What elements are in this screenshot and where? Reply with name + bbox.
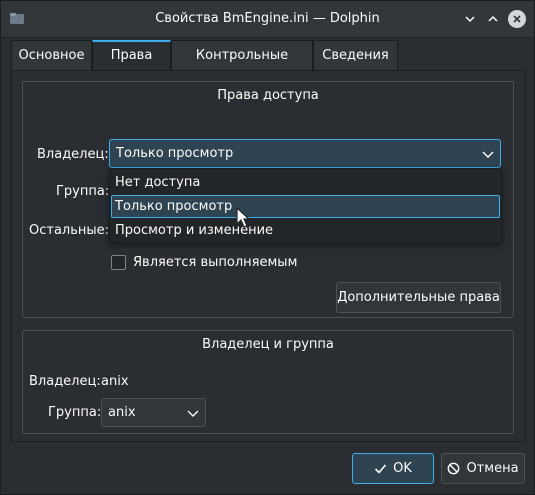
- option-no-access[interactable]: Нет доступа: [111, 171, 500, 194]
- option-read-write[interactable]: Просмотр и изменение: [111, 219, 500, 242]
- tab-permissions[interactable]: Права: [92, 40, 171, 71]
- ok-label: OK: [393, 461, 412, 476]
- owner-access-label: Владелец:: [37, 147, 109, 162]
- cancel-button[interactable]: Отмена: [441, 453, 525, 484]
- chevron-up-icon: [488, 15, 498, 22]
- executable-checkbox[interactable]: [111, 255, 126, 270]
- window-title: Свойства BmEngine.ini — Dolphin: [155, 11, 380, 26]
- chevron-down-icon: [187, 410, 199, 417]
- chevron-down-icon: [482, 151, 494, 158]
- advanced-permissions-label: Дополнительные права: [337, 290, 500, 305]
- maximize-button[interactable]: [484, 10, 502, 28]
- owner-access-select[interactable]: Только просмотр: [109, 139, 501, 168]
- tab-details[interactable]: Сведения: [313, 40, 398, 70]
- group-select-value: anix: [108, 405, 136, 420]
- chevron-down-icon: [465, 16, 475, 23]
- group-access-label: Группа:: [56, 184, 110, 199]
- advanced-permissions-button[interactable]: Дополнительные права: [336, 282, 501, 313]
- owner-access-value: Только просмотр: [116, 146, 234, 161]
- cancel-label: Отмена: [466, 461, 519, 476]
- tab-checksums[interactable]: Контрольные суммы: [171, 40, 313, 93]
- owner-label: Владелец:: [29, 374, 101, 389]
- keep-above-button[interactable]: [461, 10, 479, 28]
- executable-label[interactable]: Является выполняемым: [133, 255, 297, 270]
- group-label: Группа:: [48, 405, 102, 420]
- owner-access-dropdown: Нет доступа Только просмотр Просмотр и и…: [109, 168, 502, 243]
- close-button[interactable]: [508, 10, 526, 28]
- mouse-cursor-icon: [236, 207, 251, 228]
- tab-general[interactable]: Основное: [11, 40, 92, 70]
- option-read-only[interactable]: Только просмотр: [111, 195, 500, 218]
- others-access-label: Остальные:: [29, 223, 110, 238]
- access-permissions-title: Права доступа: [217, 88, 319, 103]
- properties-dialog: Свойства BmEngine.ini — Dolphin Основное…: [0, 0, 535, 495]
- title-bar[interactable]: Свойства BmEngine.ini — Dolphin: [1, 1, 534, 38]
- group-select[interactable]: anix: [101, 398, 206, 427]
- close-icon: [513, 15, 521, 23]
- checkmark-icon: [375, 464, 387, 474]
- ownership-title: Владелец и группа: [202, 337, 334, 352]
- owner-value: anix: [101, 374, 129, 389]
- ok-button[interactable]: OK: [352, 453, 434, 484]
- cancel-icon: [448, 462, 460, 475]
